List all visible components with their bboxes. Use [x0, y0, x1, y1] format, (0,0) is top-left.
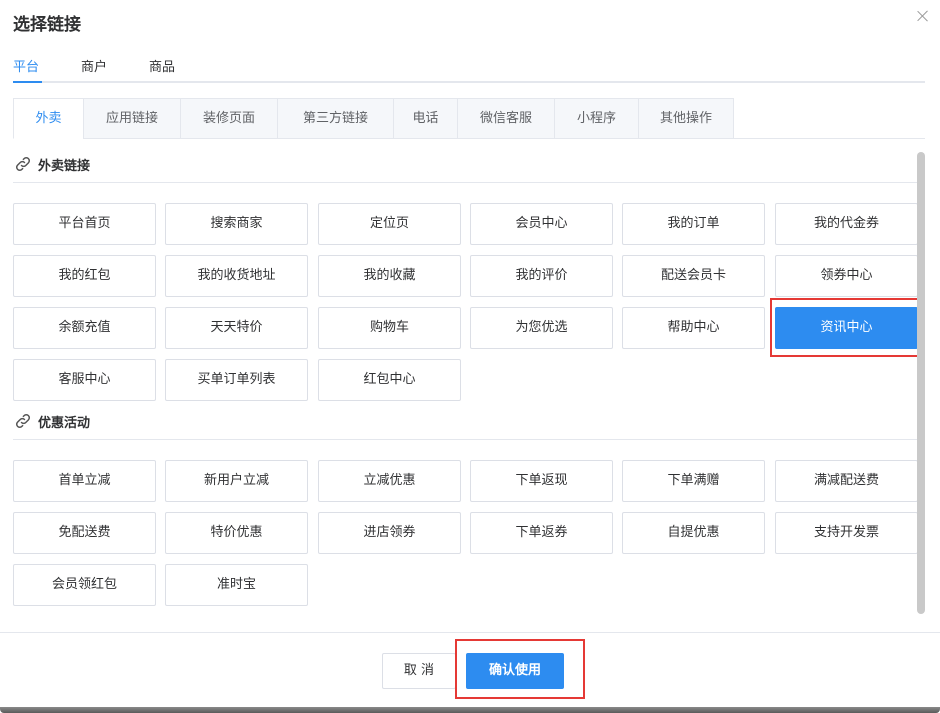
- promotions-link-button[interactable]: 下单满赠: [622, 460, 765, 502]
- takeout-link-button[interactable]: 我的红包: [13, 255, 156, 297]
- takeout-link-button[interactable]: 为您优选: [470, 307, 613, 349]
- dialog-title: 选择链接: [13, 15, 81, 35]
- takeout-link-button[interactable]: 我的订单: [622, 203, 765, 245]
- promotions-link-button[interactable]: 新用户立减: [165, 460, 308, 502]
- takeout-link-button[interactable]: 红包中心: [318, 359, 461, 401]
- takeout-link-button[interactable]: 我的收藏: [318, 255, 461, 297]
- takeout-link-button[interactable]: 我的评价: [470, 255, 613, 297]
- takeout-link-button[interactable]: 定位页: [318, 203, 461, 245]
- promotions-link-button[interactable]: 特价优惠: [165, 512, 308, 554]
- promotions-link-button[interactable]: 满减配送费: [775, 460, 918, 502]
- tab-platform[interactable]: 平台: [13, 56, 39, 75]
- promotions-link-button[interactable]: 下单返现: [470, 460, 613, 502]
- promotions-link-button[interactable]: 免配送费: [13, 512, 156, 554]
- scrollbar[interactable]: [917, 152, 925, 614]
- section-title: 外卖链接: [38, 159, 91, 174]
- section-takeout-header: 外卖链接: [13, 153, 917, 183]
- takeout-link-button[interactable]: 购物车: [318, 307, 461, 349]
- close-icon[interactable]: [916, 9, 930, 23]
- active-tab-indicator: [13, 81, 42, 83]
- takeout-link-button[interactable]: 搜索商家: [165, 203, 308, 245]
- link-icon: [15, 413, 31, 429]
- tab-other-actions[interactable]: 其他操作: [638, 98, 734, 139]
- takeout-link-button[interactable]: 配送会员卡: [622, 255, 765, 297]
- cancel-button[interactable]: 取 消: [382, 653, 456, 689]
- footer-divider: [0, 632, 940, 633]
- takeout-link-button[interactable]: 我的收货地址: [165, 255, 308, 297]
- takeout-link-button[interactable]: 平台首页: [13, 203, 156, 245]
- scrollbar-thumb[interactable]: [917, 152, 925, 614]
- window-edge: [0, 707, 940, 713]
- takeout-link-button[interactable]: 领券中心: [775, 255, 918, 297]
- tab-merchant[interactable]: 商户: [81, 56, 107, 75]
- confirm-button[interactable]: 确认使用: [466, 653, 564, 689]
- promotions-link-button[interactable]: 自提优惠: [622, 512, 765, 554]
- tab-phone[interactable]: 电话: [393, 98, 457, 139]
- top-tabs: 平台 商户 商品: [13, 52, 925, 83]
- section-promotions-header: 优惠活动: [13, 410, 917, 440]
- promotions-link-button[interactable]: 会员领红包: [13, 564, 156, 606]
- tab-takeout[interactable]: 外卖: [13, 98, 83, 139]
- takeout-link-button[interactable]: 帮助中心: [622, 307, 765, 349]
- link-icon: [15, 156, 31, 172]
- promotions-link-button[interactable]: 进店领券: [318, 512, 461, 554]
- promotions-link-button[interactable]: 立减优惠: [318, 460, 461, 502]
- promotions-link-button[interactable]: 下单返券: [470, 512, 613, 554]
- tab-third-party-links[interactable]: 第三方链接: [277, 98, 393, 139]
- select-link-dialog: 选择链接 平台 商户 商品 外卖 应用链接 装修页面 第三方链接 电话 微信客服…: [0, 0, 940, 713]
- promotions-link-button[interactable]: 支持开发票: [775, 512, 918, 554]
- section-title: 优惠活动: [38, 416, 91, 431]
- takeout-link-button[interactable]: 余额充值: [13, 307, 156, 349]
- category-tabs: 外卖 应用链接 装修页面 第三方链接 电话 微信客服 小程序 其他操作: [13, 98, 925, 139]
- tab-app-links[interactable]: 应用链接: [83, 98, 180, 139]
- takeout-link-button[interactable]: 客服中心: [13, 359, 156, 401]
- tab-wechat-service[interactable]: 微信客服: [457, 98, 554, 139]
- takeout-link-button[interactable]: 天天特价: [165, 307, 308, 349]
- promotions-link-button[interactable]: 首单立减: [13, 460, 156, 502]
- takeout-link-button[interactable]: 资讯中心: [775, 307, 918, 349]
- promotions-link-button[interactable]: 准时宝: [165, 564, 308, 606]
- takeout-link-button[interactable]: 我的代金券: [775, 203, 918, 245]
- takeout-link-button[interactable]: 买单订单列表: [165, 359, 308, 401]
- tab-decor-pages[interactable]: 装修页面: [180, 98, 277, 139]
- tab-mini-program[interactable]: 小程序: [554, 98, 638, 139]
- takeout-link-button[interactable]: 会员中心: [470, 203, 613, 245]
- tab-product[interactable]: 商品: [149, 56, 175, 75]
